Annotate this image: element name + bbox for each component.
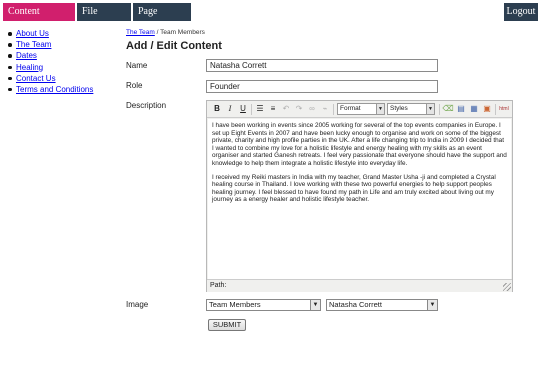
tab-page-manager[interactable]: Page Manager (133, 3, 191, 35)
role-label: Role (126, 81, 143, 90)
numbered-list-icon[interactable]: ≡ (267, 103, 279, 115)
toolbar-separator (333, 104, 334, 115)
link-icon[interactable]: ∞ (306, 103, 318, 115)
sidebar-item-about-us: About Us (5, 28, 115, 39)
sidebar-link-about-us[interactable]: About Us (16, 29, 49, 38)
logout-button[interactable]: Logout (504, 3, 538, 21)
paste-word-icon[interactable]: ▦ (468, 103, 480, 115)
bold-button[interactable]: B (211, 103, 223, 115)
sidebar-link-the-team[interactable]: The Team (16, 40, 51, 49)
chevron-down-icon: ▼ (310, 300, 320, 310)
chevron-down-icon: ▼ (376, 104, 384, 114)
italic-button[interactable]: I (224, 103, 236, 115)
tab-file-manager[interactable]: File Manager (77, 3, 131, 35)
sidebar-list: About Us The Team Dates Healing Contact … (5, 28, 115, 95)
sidebar-item-dates: Dates (5, 50, 115, 61)
sidebar-link-terms[interactable]: Terms and Conditions (16, 85, 93, 94)
editor-content[interactable]: I have been working in events since 2005… (208, 119, 511, 279)
rich-text-editor: B I U ☰ ≡ ↶ ↷ ∞ ⌁ Format ▼ Styles ▼ ⌫ ▤ … (206, 100, 513, 292)
editor-paragraph: I have been working in events since 2005… (212, 122, 507, 167)
sidebar: About Us The Team Dates Healing Contact … (5, 28, 115, 95)
toolbar-separator (439, 104, 440, 115)
editor-toolbar: B I U ☰ ≡ ↶ ↷ ∞ ⌁ Format ▼ Styles ▼ ⌫ ▤ … (207, 101, 512, 118)
image-file-value: Natasha Corrett (329, 300, 382, 309)
page-title: Add / Edit Content (126, 40, 222, 52)
styles-select-value: Styles (390, 105, 408, 112)
tab-content-manager[interactable]: Content Manager (3, 3, 75, 35)
image-category-select[interactable]: Team Members ▼ (206, 299, 321, 311)
underline-button[interactable]: U (237, 103, 249, 115)
sidebar-link-dates[interactable]: Dates (16, 51, 37, 60)
unlink-icon[interactable]: ⌁ (319, 103, 331, 115)
sidebar-item-healing: Healing (5, 62, 115, 73)
resize-handle-icon[interactable] (503, 283, 511, 291)
editor-paragraph: I received my Reiki masters in India wit… (212, 173, 496, 204)
breadcrumb-link-the-team[interactable]: The Team (126, 29, 155, 36)
paste-text-icon[interactable]: ▤ (455, 103, 467, 115)
toolbar-separator (495, 104, 496, 115)
chevron-down-icon: ▼ (427, 300, 437, 310)
format-select-value: Format (340, 105, 361, 112)
cleanup-icon[interactable]: ⌫ (442, 103, 454, 115)
breadcrumb-current: Team Members (160, 29, 205, 36)
sidebar-item-terms: Terms and Conditions (5, 84, 115, 95)
html-source-icon[interactable]: html (498, 103, 510, 115)
redo-icon[interactable]: ↷ (293, 103, 305, 115)
image-category-value: Team Members (209, 300, 261, 309)
image-icon[interactable]: ▣ (481, 103, 493, 115)
toolbar-separator (251, 104, 252, 115)
chevron-down-icon: ▼ (426, 104, 434, 114)
description-label: Description (126, 101, 167, 110)
image-label: Image (126, 300, 149, 309)
name-input[interactable] (206, 59, 438, 72)
path-label: Path: (210, 282, 227, 289)
breadcrumb: The Team / Team Members (126, 29, 205, 36)
undo-icon[interactable]: ↶ (280, 103, 292, 115)
image-file-select[interactable]: Natasha Corrett ▼ (326, 299, 438, 311)
role-input[interactable] (206, 80, 438, 93)
sidebar-item-the-team: The Team (5, 39, 115, 50)
top-nav: Content Manager File Manager Page Manage… (0, 0, 542, 35)
styles-select[interactable]: Styles ▼ (387, 103, 435, 115)
submit-button[interactable]: SUBMIT (208, 319, 246, 331)
sidebar-link-contact-us[interactable]: Contact Us (16, 74, 56, 83)
name-label: Name (126, 61, 148, 70)
sidebar-item-contact-us: Contact Us (5, 73, 115, 84)
format-select[interactable]: Format ▼ (337, 103, 385, 115)
sidebar-link-healing[interactable]: Healing (16, 63, 43, 72)
bullet-list-icon[interactable]: ☰ (254, 103, 266, 115)
editor-statusbar: Path: (207, 279, 512, 292)
